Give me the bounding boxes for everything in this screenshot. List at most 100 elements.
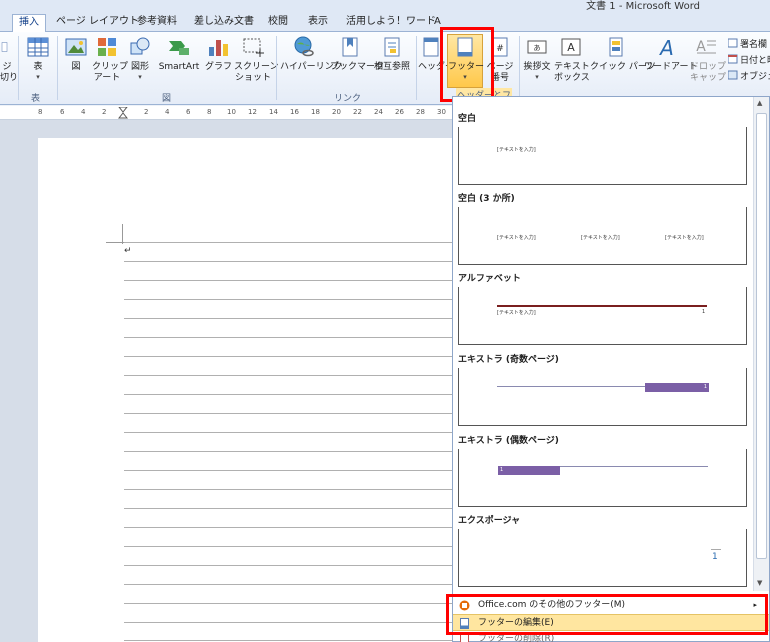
footer-preview[interactable]: 1 <box>458 449 747 507</box>
picture-button[interactable]: 図 <box>62 35 90 73</box>
smartart-button[interactable]: SmartArt <box>157 35 201 73</box>
hyperlink-button[interactable]: ハイパーリンク <box>280 35 343 73</box>
clipart-button[interactable]: クリップ アート <box>92 35 128 84</box>
table-button[interactable]: 表 ▾ <box>24 35 52 81</box>
scroll-down-icon[interactable]: ▼ <box>757 579 762 587</box>
grid-line <box>124 356 452 357</box>
smartart-icon <box>169 41 189 55</box>
footer-icon <box>457 37 473 57</box>
ruler-tick: 24 <box>374 108 383 116</box>
screenshot-label-1: スクリーン <box>234 62 279 72</box>
header-button[interactable]: ヘッダー <box>418 35 454 73</box>
footer-preview[interactable]: [テキストを入力] <box>458 127 747 185</box>
signature-icon <box>728 38 738 48</box>
chart-button[interactable]: グラフ <box>205 35 233 73</box>
screenshot-button[interactable]: スクリーン ショット <box>234 35 279 84</box>
hyperlink-label: ハイパーリンク <box>280 62 343 72</box>
wordart-button[interactable]: A ワードアート <box>644 35 697 73</box>
date-time-button[interactable]: 日付と時 <box>728 53 770 66</box>
menu-label: フッターの編集(E) <box>478 618 554 628</box>
footer-preview[interactable]: [テキストを入力] [テキストを入力] [テキストを入力] <box>458 207 747 265</box>
page-break-button-partial[interactable]: ジ 切り <box>0 35 18 84</box>
signature-line-button[interactable]: 署名欄 <box>728 37 767 50</box>
calendar-icon <box>728 54 738 64</box>
footer-label: フッター <box>448 62 485 72</box>
indent-marker-icon[interactable] <box>118 107 128 119</box>
ruler-tick: 8 <box>38 108 43 116</box>
svg-text:#: # <box>496 44 504 54</box>
grid-line <box>124 280 452 281</box>
grid-line <box>124 451 452 452</box>
tab-references[interactable]: 参考資料 <box>131 14 183 32</box>
placeholder-text: [テキストを入力] <box>665 235 704 241</box>
footer-page-icon <box>460 618 469 629</box>
ruler-tick: 12 <box>248 108 257 116</box>
placeholder-text: [テキストを入力] <box>497 235 536 241</box>
date-time-label: 日付と時 <box>740 56 770 66</box>
group-separator <box>519 36 520 100</box>
ribbon-insert: ジ 切り 表 ▾ 表 図 クリップ アート 図形 ▾ SmartArt グラフ … <box>0 32 770 105</box>
quickparts-button[interactable]: クイック パーツ <box>590 35 656 73</box>
signature-line-label: 署名欄 <box>740 40 768 50</box>
dropcap-icon: A <box>696 39 716 55</box>
ruler-tick: 6 <box>60 108 65 116</box>
dropcap-label-1: ドロップ <box>690 62 727 72</box>
document-area: ↵ <box>0 120 452 642</box>
footer-preview[interactable]: 1 <box>458 529 747 587</box>
placeholder-text: [テキストを入力] <box>581 235 620 241</box>
scroll-up-icon[interactable]: ▲ <box>757 99 762 107</box>
footer-preview[interactable]: 1 <box>458 368 747 426</box>
page-number-text: 1 <box>703 384 707 390</box>
smartart-label: SmartArt <box>158 62 200 72</box>
grid-line <box>124 622 452 623</box>
picture-icon <box>65 38 87 56</box>
office-logo-icon <box>459 600 470 611</box>
footer-button[interactable]: フッター ▾ <box>447 34 485 88</box>
chart-label: グラフ <box>205 62 233 72</box>
group-separator <box>18 36 19 100</box>
menu-remove-footer-partial[interactable]: フッターの削除(R) <box>453 632 769 642</box>
bookmark-label: ブックマーク <box>330 62 385 72</box>
screenshot-icon <box>243 38 264 57</box>
dropcap-button[interactable]: A ドロップ キャップ <box>690 35 727 84</box>
group-separator <box>416 36 417 100</box>
gallery-item-title: エクスポージャ <box>458 516 521 526</box>
grid-line <box>124 470 452 471</box>
object-button[interactable]: オブジェ <box>728 69 770 82</box>
svg-text:A: A <box>567 41 575 54</box>
page-number-icon: # <box>492 37 508 57</box>
grid-line <box>124 299 452 300</box>
remove-footer-icon <box>460 633 469 642</box>
footer-gallery: ▲ ▼ 空白 [テキストを入力] 空白 (3 か所) [テキストを入力] [テキ… <box>452 96 770 642</box>
document-page[interactable]: ↵ <box>38 138 452 642</box>
group-label-illustrations: 図 <box>162 94 172 104</box>
quickparts-icon <box>609 37 623 57</box>
footer-preview[interactable]: [テキストを入力] 1 <box>458 287 747 345</box>
shapes-button[interactable]: 図形 ▾ <box>126 35 154 81</box>
gallery-scrollbar[interactable]: ▲ ▼ <box>753 97 769 591</box>
dropcap-label-2: キャップ <box>690 73 727 83</box>
grid-line <box>124 584 452 585</box>
tab-katsuyou-word[interactable]: 活用しよう！ワード <box>340 14 442 32</box>
menu-more-footers-office[interactable]: Office.com のその他のフッター(M) ▸ <box>453 597 769 614</box>
ruler-tick: 8 <box>207 108 212 116</box>
bookmark-button[interactable]: ブックマーク <box>330 35 385 73</box>
tab-insert[interactable]: 挿入 <box>12 14 46 33</box>
object-label: オブジェ <box>740 72 770 82</box>
tab-view[interactable]: 表示 <box>302 14 334 32</box>
paragraph-mark: ↵ <box>124 246 132 256</box>
textbox-button[interactable]: A テキスト ボックス <box>554 35 590 84</box>
svg-text:あ: あ <box>534 44 541 52</box>
table-label: 表 <box>33 62 43 72</box>
page-number-button[interactable]: # ページ 番号 <box>485 35 515 84</box>
crossref-button[interactable]: 相互参照 <box>372 35 412 73</box>
scrollbar-thumb[interactable] <box>756 113 767 559</box>
tab-review[interactable]: 校閲 <box>262 14 294 32</box>
tab-a-partial[interactable]: A <box>428 14 447 32</box>
grid-line <box>124 337 452 338</box>
menu-edit-footer[interactable]: フッターの編集(E) <box>453 614 769 631</box>
grid-line <box>124 242 452 243</box>
tab-mailings[interactable]: 差し込み文書 <box>188 14 260 32</box>
ruler-tick: 2 <box>102 108 107 116</box>
greeting-button[interactable]: あ 挨拶文 ▾ <box>522 35 552 81</box>
